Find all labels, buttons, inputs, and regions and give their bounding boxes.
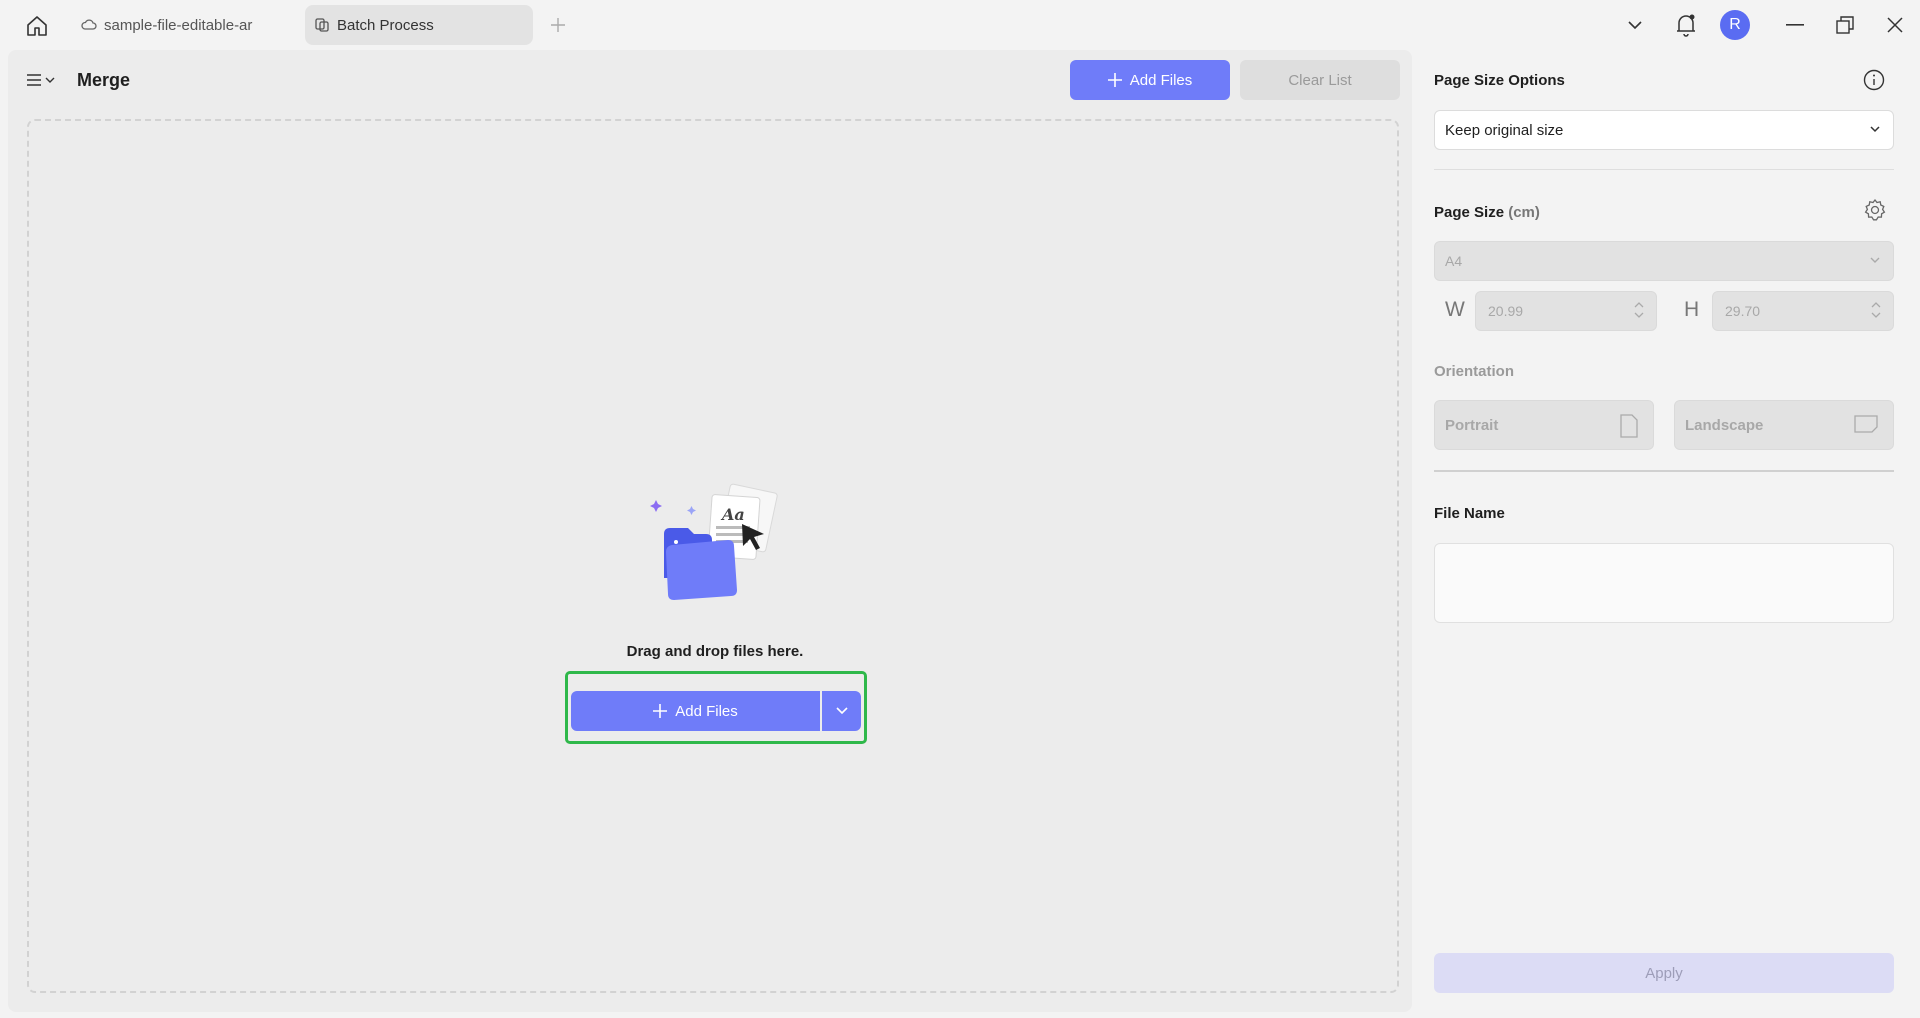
add-files-options-button[interactable] xyxy=(822,691,861,731)
file-name-title: File Name xyxy=(1434,505,1505,522)
file-name-field[interactable] xyxy=(1434,543,1894,623)
paper-size-select[interactable]: A4 xyxy=(1434,241,1894,281)
batch-icon xyxy=(313,16,331,34)
width-label: W xyxy=(1445,298,1465,321)
portrait-page-icon xyxy=(1620,414,1638,438)
chevron-down-icon xyxy=(1628,21,1642,30)
close-button[interactable] xyxy=(1880,10,1910,40)
add-files-button[interactable]: Add Files xyxy=(1070,60,1230,100)
chevron-down-icon xyxy=(45,77,55,83)
chevron-down-icon xyxy=(1870,126,1880,133)
plus-icon xyxy=(551,18,565,32)
tab-batch-process[interactable]: Batch Process xyxy=(305,5,533,45)
minimize-icon xyxy=(1786,24,1804,26)
height-value: 29.70 xyxy=(1725,303,1761,319)
add-files-label: Add Files xyxy=(1129,71,1193,89)
chevron-down-icon xyxy=(835,707,848,715)
divider xyxy=(1434,470,1894,472)
restore-button[interactable] xyxy=(1830,10,1860,40)
new-tab-button[interactable] xyxy=(545,12,571,38)
page-size-options-select[interactable]: Keep original size xyxy=(1434,110,1894,150)
chevron-down-icon xyxy=(1871,312,1881,318)
avatar[interactable]: R xyxy=(1720,10,1750,40)
clear-list-button[interactable]: Clear List xyxy=(1240,60,1400,100)
home-button[interactable] xyxy=(20,9,54,43)
merge-panel: Merge Add Files Clear List Aa Drag and d… xyxy=(8,50,1412,1012)
clear-list-label: Clear List xyxy=(1288,71,1352,89)
landscape-label: Landscape xyxy=(1685,416,1764,434)
chevron-down-icon xyxy=(1870,257,1880,263)
hamburger-icon xyxy=(27,74,41,86)
portrait-label: Portrait xyxy=(1445,416,1499,434)
tab-label: sample-file-editable-ar xyxy=(104,16,253,34)
height-stepper[interactable] xyxy=(1871,302,1881,318)
cloud-icon xyxy=(80,16,98,34)
close-icon xyxy=(1887,17,1903,33)
title-bar: sample-file-editable-ar Batch Process R xyxy=(0,0,1920,50)
home-icon xyxy=(27,16,47,36)
menu-toggle-button[interactable] xyxy=(26,67,62,93)
chevron-down-icon xyxy=(1634,312,1644,318)
bell-icon xyxy=(1677,14,1695,37)
drop-files-illustration: Aa xyxy=(644,482,794,614)
tabs-dropdown-button[interactable] xyxy=(1620,10,1650,40)
divider xyxy=(1434,169,1894,170)
apply-label: Apply xyxy=(1645,964,1683,982)
height-label: H xyxy=(1684,298,1700,321)
height-input[interactable]: 29.70 xyxy=(1712,291,1894,331)
paper-size-value: A4 xyxy=(1445,253,1463,269)
chevron-up-icon xyxy=(1871,302,1881,308)
minimize-button[interactable] xyxy=(1780,10,1810,40)
info-icon[interactable] xyxy=(1862,68,1886,92)
landscape-button[interactable]: Landscape xyxy=(1674,400,1894,450)
orientation-title: Orientation xyxy=(1434,363,1515,380)
add-files-main-label: Add Files xyxy=(675,702,738,720)
page-size-options-value: Keep original size xyxy=(1445,121,1564,139)
tab-sample-file[interactable]: sample-file-editable-ar xyxy=(72,5,298,45)
page-size-label: Page Size xyxy=(1434,204,1505,221)
apply-button[interactable]: Apply xyxy=(1434,953,1894,993)
portrait-button[interactable]: Portrait xyxy=(1434,400,1654,450)
plus-icon xyxy=(1107,73,1122,87)
page-size-unit: (cm) xyxy=(1508,204,1540,221)
gear-icon[interactable] xyxy=(1862,197,1888,223)
svg-text:Aa: Aa xyxy=(720,505,745,524)
add-files-main-button[interactable]: Add Files xyxy=(571,691,820,731)
restore-icon xyxy=(1836,16,1854,34)
drop-hint-text: Drag and drop files here. xyxy=(626,643,804,660)
plus-icon xyxy=(653,704,668,718)
width-value: 20.99 xyxy=(1488,303,1524,319)
page-size-options-title: Page Size Options xyxy=(1434,72,1565,89)
chevron-up-icon xyxy=(1634,302,1644,308)
notifications-button[interactable] xyxy=(1671,10,1701,40)
width-stepper[interactable] xyxy=(1634,302,1644,318)
options-panel: Page Size Options Keep original size Pag… xyxy=(1416,50,1920,1012)
landscape-page-icon xyxy=(1854,415,1878,433)
width-input[interactable]: 20.99 xyxy=(1475,291,1657,331)
page-size-title: Page Size (cm) xyxy=(1434,204,1540,221)
tab-label: Batch Process xyxy=(337,16,434,34)
page-title: Merge xyxy=(77,70,131,90)
